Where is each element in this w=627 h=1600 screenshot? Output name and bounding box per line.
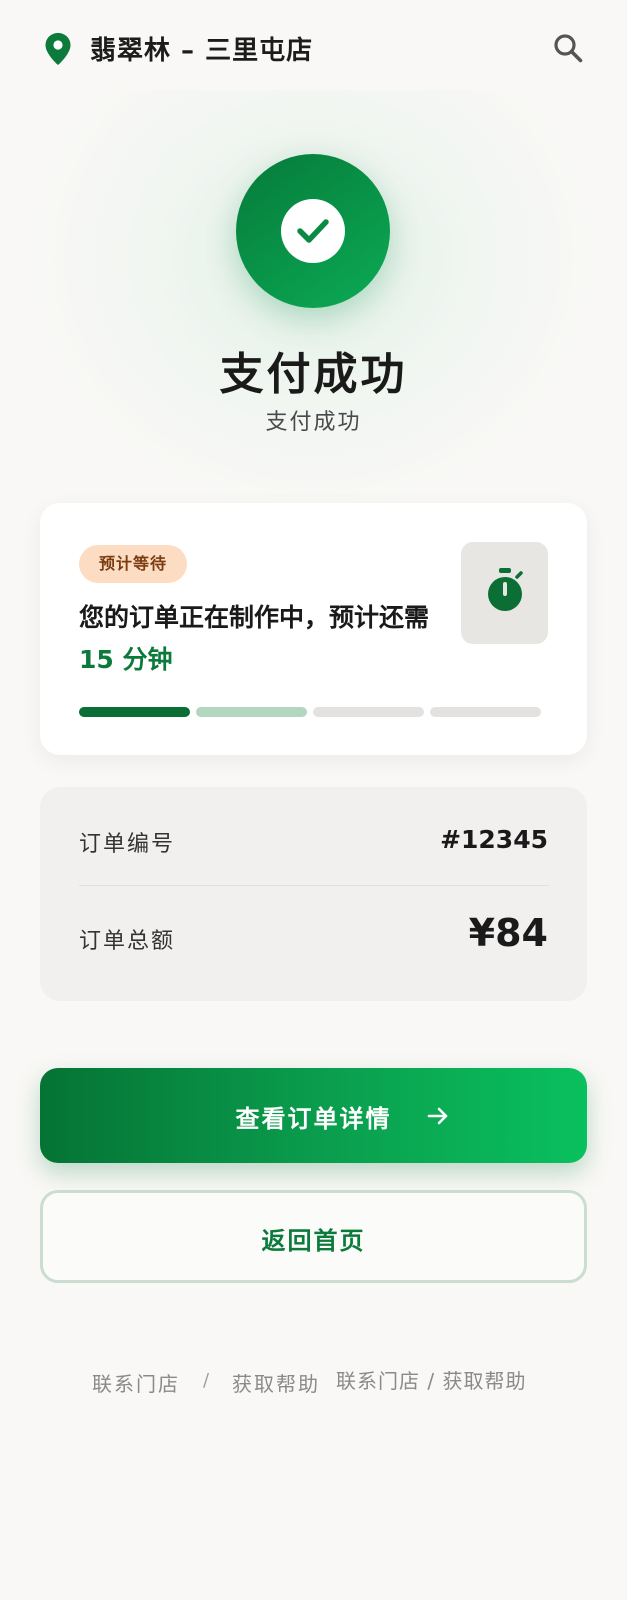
progress-bar [79, 707, 549, 717]
wait-badge: 预计等待 [79, 545, 188, 583]
order-summary-card: 订单编号 #12345 订单总额 ¥84 [40, 787, 587, 1001]
view-order-details-text: 查看订单详情 [235, 1105, 392, 1133]
wait-time-card: 预计等待 您的订单正在制作中，预计还需 15 分钟 [40, 503, 587, 755]
back-to-home-button[interactable]: 返回首页 [40, 1190, 587, 1283]
check-circle-icon [281, 199, 345, 263]
top-bar: 翡翠林 – 三里屯店 [0, 0, 627, 96]
order-number-label: 订单编号 [79, 832, 176, 857]
wait-message-text: 您的订单正在制作中，预计还需 [79, 603, 430, 632]
progress-step-2 [196, 707, 307, 717]
stopwatch-icon [488, 568, 523, 611]
wait-minutes: 15 分钟 [79, 645, 173, 674]
progress-step-3 [313, 707, 424, 717]
get-help-link[interactable]: 获取帮助 [232, 1368, 320, 1397]
page-title: 支付成功 [219, 349, 408, 400]
footer-separator: / [203, 1370, 210, 1391]
wait-message: 您的订单正在制作中，预计还需 15 分钟 [79, 597, 454, 681]
store-name[interactable]: 翡翠林 – 三里屯店 [90, 30, 313, 67]
order-total-value: ¥84 [468, 911, 548, 955]
order-number-value: #12345 [440, 825, 548, 854]
success-badge [236, 154, 390, 308]
view-order-details-label: 查看订单详情 [40, 1099, 587, 1134]
progress-step-1 [79, 707, 190, 717]
payment-success-page: 翡翠林 – 三里屯店 支付成功 支付成功 预计等待 您的订单正在制作中，预计还需… [0, 0, 627, 1600]
progress-step-4 [430, 707, 541, 717]
back-to-home-label: 返回首页 [261, 1227, 366, 1255]
contact-store-link[interactable]: 联系门店 [92, 1368, 180, 1397]
view-order-details-button[interactable]: 查看订单详情 [40, 1068, 587, 1163]
footer-help-text[interactable]: 联系门店 / 获取帮助 [336, 1365, 526, 1394]
search-icon[interactable] [552, 32, 584, 64]
page-subtitle: 支付成功 [265, 410, 362, 435]
arrow-right-icon [427, 1107, 448, 1125]
timer-tile [461, 542, 548, 644]
info-divider [79, 885, 549, 886]
location-pin-icon [45, 33, 71, 65]
order-total-label: 订单总额 [79, 929, 176, 954]
